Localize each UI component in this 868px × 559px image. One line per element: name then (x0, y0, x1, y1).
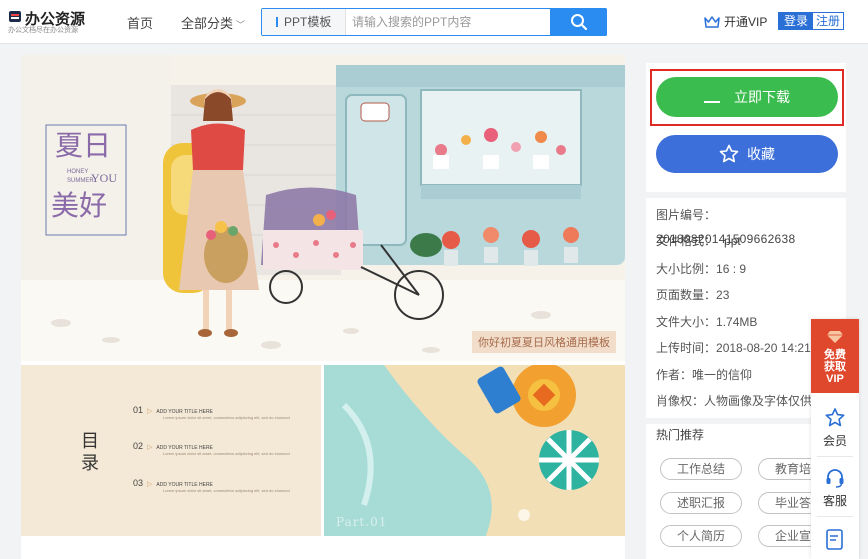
tag-work-summary[interactable]: 工作总结 (660, 458, 742, 480)
free-vip-line-1: 免费 (824, 349, 846, 361)
info-value: 23 (716, 288, 730, 302)
info-size: 文件大小：1.74MB (656, 313, 757, 330)
slide-thumbnail-part1[interactable]: Part.01 (324, 365, 625, 559)
hero-title-2: 美好 (51, 189, 107, 222)
info-label: 文件大小： (656, 315, 717, 329)
toc-item-number: 03 (133, 478, 144, 488)
open-vip-link[interactable]: 开通VIP (704, 13, 767, 30)
free-vip-line-3: VIP (826, 373, 844, 385)
chevron-down-icon: ﹀ (236, 20, 246, 30)
slide-thumbnail-toc[interactable]: 目录 01 ▷ ADD YOUR TITLE HERE Lorem ipsum do… (21, 365, 321, 559)
logo-subtitle: 办公文档尽在办公资源 (8, 27, 78, 34)
template-preview: 夏日 美好 HONEY YOU SUMMER 你好初夏夏日风格通用模板 目录 0… (21, 55, 625, 559)
feedback-button[interactable] (811, 527, 859, 554)
nav-categories[interactable]: 全部分类 ﹀ (181, 13, 245, 32)
info-image-id-value: 20180820141509662638 (656, 232, 796, 246)
info-label: 大小比例： (656, 262, 717, 276)
member-icon (825, 408, 845, 427)
download-button[interactable]: 立即下载 (656, 77, 838, 117)
toc-item: 01 ▷ ADD YOUR TITLE HERE (133, 405, 213, 415)
info-value: 1.74MB (716, 315, 758, 329)
info-ratio: 大小比例：16 : 9 (656, 260, 746, 277)
search-icon (570, 14, 587, 31)
toc-title: 目录 (81, 431, 99, 474)
search-input[interactable] (352, 12, 542, 32)
logo-icon (9, 11, 21, 22)
toc-item-desc: Lorem ipsum dolor sit amet, consectetur … (163, 451, 290, 456)
cover-caption: 你好初夏夏日风格通用模板 (472, 331, 616, 353)
download-label: 立即下载 (734, 89, 790, 105)
info-value: 2018-08-20 14:21 (716, 341, 811, 355)
star-icon (719, 144, 739, 163)
search-category-label: PPT模板 (284, 15, 332, 29)
free-vip-line-2: 获取 (824, 361, 846, 373)
info-pages: 页面数量：23 (656, 286, 729, 303)
info-label: 肖像权： (656, 394, 705, 408)
download-icon (704, 101, 720, 103)
triangle-icon: ▷ (147, 444, 153, 451)
info-upload-time: 上传时间：2018-08-20 14:21 (656, 339, 811, 356)
site-logo[interactable]: 办公资源 办公文档尽在办公资源 (8, 8, 88, 38)
info-value: 唯一的信仰 (692, 368, 753, 382)
hero-small-3: SUMMER (67, 178, 94, 184)
hero-small-1: HONEY (67, 169, 88, 175)
favorite-label: 收藏 (747, 146, 775, 162)
cover-illustration: 夏日 美好 HONEY YOU SUMMER (21, 55, 625, 361)
beach-illustration (324, 365, 625, 559)
triangle-icon: ▷ (147, 481, 153, 488)
slide-thumbnail-4[interactable] (324, 536, 625, 559)
login-button[interactable]: 登录 (779, 13, 814, 29)
info-value: 16 : 9 (716, 262, 747, 276)
divider (817, 516, 853, 517)
toc-item: 02 ▷ ADD YOUR TITLE HERE (133, 441, 213, 451)
open-vip-label: 开通VIP (724, 15, 768, 29)
hero-title-1: 夏日 (55, 129, 111, 162)
info-label: 作者： (656, 368, 693, 382)
crown-icon (704, 16, 720, 28)
part-label: Part.01 (336, 515, 388, 529)
preview-cover-image[interactable]: 夏日 美好 HONEY YOU SUMMER 你好初夏夏日风格通用模板 (21, 55, 625, 361)
tag-report[interactable]: 述职汇报 (660, 492, 742, 514)
member-label: 会员 (822, 434, 847, 448)
info-portrait-rights: 肖像权：人物画像及字体仅供参考 (656, 392, 836, 409)
toc-item: 03 ▷ ADD YOUR TITLE HERE (133, 478, 213, 488)
info-label: 上传时间： (656, 341, 717, 355)
toc-item-desc: Lorem ipsum dolor sit amet, consectetur … (163, 488, 290, 493)
service-button[interactable]: 客服 (811, 467, 859, 509)
tag-resume[interactable]: 个人简历 (660, 525, 742, 547)
auth-buttons: 登录 注册 (778, 12, 845, 30)
favorite-button[interactable]: 收藏 (656, 135, 838, 173)
info-author: 作者：唯一的信仰 (656, 366, 752, 383)
info-label: 图片编号： (656, 208, 717, 222)
search-category-select[interactable]: PPT模板 (262, 9, 346, 35)
member-button[interactable]: 会员 (811, 407, 859, 449)
diamond-icon (827, 331, 843, 343)
toc-item-desc: Lorem ipsum dolor sit amet, consectetur … (163, 415, 290, 420)
hero-small-2: YOU (91, 171, 117, 185)
action-panel: 立即下载 收藏 (646, 63, 846, 192)
search-bar: PPT模板 (261, 8, 607, 36)
register-button[interactable]: 注册 (813, 13, 844, 29)
edit-document-icon (826, 529, 843, 550)
triangle-icon: ▷ (147, 408, 153, 415)
divider (817, 456, 853, 457)
nav-home[interactable]: 首页 (127, 13, 153, 32)
toc-item-number: 01 (133, 405, 144, 415)
category-marker (276, 17, 278, 27)
headset-icon (826, 469, 844, 488)
info-label: 页面数量： (656, 288, 717, 302)
site-header: 办公资源 办公文档尽在办公资源 首页 全部分类﹀ PPT模板 开通VIP 登录 … (0, 0, 868, 44)
hot-title: 热门推荐 (656, 428, 705, 442)
service-label: 客服 (822, 494, 847, 508)
toc-item-number: 02 (133, 441, 144, 451)
slide-thumbnail-3[interactable] (21, 536, 321, 559)
free-vip-button[interactable]: 免费 获取 VIP (811, 319, 859, 393)
nav-categories-label: 全部分类 (181, 16, 234, 31)
floating-sidebar: 免费 获取 VIP 会员 客服 (811, 319, 859, 559)
search-button[interactable] (550, 8, 607, 36)
info-image-id: 图片编号： (656, 206, 716, 223)
